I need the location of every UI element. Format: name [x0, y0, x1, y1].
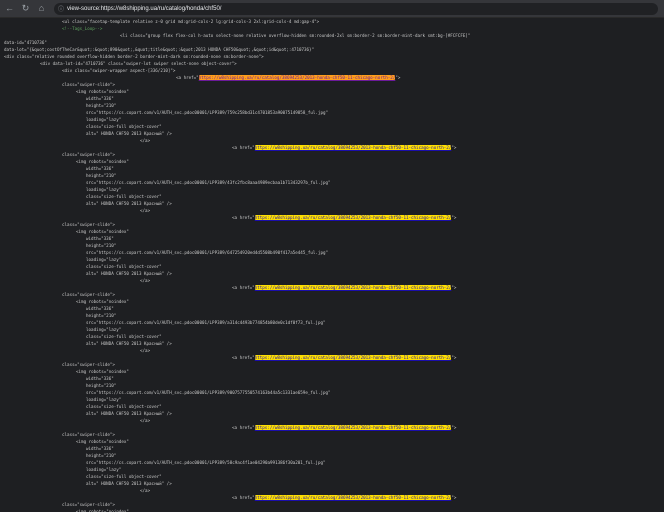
source-link[interactable]: https://w8shipping.ua/ru/catalog/3869425… — [254, 215, 452, 220]
source-line: loading="lazy" — [86, 467, 122, 472]
source-line: <img robots="noindex" — [76, 509, 129, 512]
source-line: alt=" HONDA CHF50 2013 Красный" /> — [86, 411, 172, 416]
slide-line: class="swiper-slide"> — [62, 362, 115, 367]
slide-line: class="swiper-slide"> — [62, 292, 115, 297]
source-line: width="336" — [86, 376, 114, 381]
source-line: <a href="https://w8shipping.ua/ru/catalo… — [232, 425, 457, 430]
source-line: class="size-full object-cover" — [86, 194, 162, 199]
source-link[interactable]: https://w8shipping.ua/ru/catalog/3869425… — [254, 145, 452, 150]
back-arrow-icon[interactable]: ← — [3, 2, 16, 15]
source-line: <img robots="noindex" — [76, 439, 129, 444]
slide-line: class="swiper-slide"> — [62, 502, 115, 507]
source-line: <a href="https://w8shipping.ua/ru/catalo… — [232, 285, 457, 290]
source-line: width="336" — [86, 236, 114, 241]
image-src-line: src="https://cs.copart.com/v1/AUTH_svc.p… — [86, 320, 326, 325]
source-line: </a> — [140, 418, 151, 423]
reload-icon[interactable]: ↻ — [19, 2, 32, 15]
source-line: class="size-full object-cover" — [86, 474, 162, 479]
slide-line: class="swiper-slide"> — [62, 82, 115, 87]
source-line: class="size-full object-cover" — [86, 264, 162, 269]
source-line: height="210" — [86, 313, 117, 318]
source-line: <div class="swiper-wrapper aspect-[336/2… — [62, 68, 176, 73]
source-link[interactable]: https://w8shipping.ua/ru/catalog/3869425… — [198, 75, 396, 80]
source-line: <a href="https://w8shipping.ua/ru/catalo… — [232, 215, 457, 220]
slide-line: class="swiper-slide"> — [62, 432, 115, 437]
source-line: </a> — [140, 278, 151, 283]
page-source-view: <ul class="facetap-template relative z-0… — [0, 18, 664, 512]
source-line: data-lot="{&quot;costOfTheCar&quot;:&quo… — [4, 47, 315, 52]
source-line: <div class="relative rounded overflow-hi… — [4, 54, 264, 59]
source-line: <div data-lot-id="4710736" class="swiper… — [40, 61, 237, 66]
source-line: class="size-full object-cover" — [86, 124, 162, 129]
source-line: </a> — [140, 208, 151, 213]
source-line: <img robots="noindex" — [76, 229, 129, 234]
source-line: <a href="https://w8shipping.ua/ru/catalo… — [176, 75, 401, 80]
address-text: view-source:https://w8shipping.ua/ru/cat… — [67, 5, 222, 12]
source-line: width="336" — [86, 166, 114, 171]
source-line: height="210" — [86, 383, 117, 388]
source-line: class="size-full object-cover" — [86, 404, 162, 409]
source-line: <img robots="noindex" — [76, 299, 129, 304]
source-line: </a> — [140, 348, 151, 353]
image-src-line: src="https://cs.copart.com/v1/AUTH_svc.p… — [86, 110, 329, 115]
source-line: width="336" — [86, 96, 114, 101]
source-line: data-id="4710736" — [4, 40, 47, 45]
source-line: <!--Tags_Loop--> — [62, 26, 103, 31]
page-info-icon[interactable]: ⓘ — [58, 4, 64, 13]
source-line: loading="lazy" — [86, 397, 122, 402]
image-src-line: src="https://cs.copart.com/v1/AUTH_svc.p… — [86, 460, 326, 465]
source-line: loading="lazy" — [86, 117, 122, 122]
source-line: alt=" HONDA CHF50 2013 Красный" /> — [86, 131, 172, 136]
source-line: height="210" — [86, 243, 117, 248]
source-link[interactable]: https://w8shipping.ua/ru/catalog/3869425… — [254, 495, 452, 500]
source-link[interactable]: https://w8shipping.ua/ru/catalog/3869425… — [254, 425, 452, 430]
source-line: <img robots="noindex" — [76, 369, 129, 374]
source-line: width="336" — [86, 306, 114, 311]
image-src-line: src="https://cs.copart.com/v1/AUTH_svc.p… — [86, 250, 329, 255]
address-bar[interactable]: ⓘ view-source:https://w8shipping.ua/ru/c… — [54, 2, 658, 15]
source-line: loading="lazy" — [86, 327, 122, 332]
source-line: alt=" HONDA CHF50 2013 Красный" /> — [86, 201, 172, 206]
source-line: <ul class="facetap-template relative z-0… — [62, 19, 320, 24]
source-line: <a href="https://w8shipping.ua/ru/catalo… — [232, 145, 457, 150]
source-link[interactable]: https://w8shipping.ua/ru/catalog/3869425… — [254, 285, 452, 290]
browser-toolbar: ← ↻ ⌂ ⓘ view-source:https://w8shipping.u… — [0, 0, 664, 18]
source-line: width="336" — [86, 446, 114, 451]
source-line: height="210" — [86, 103, 117, 108]
home-icon[interactable]: ⌂ — [35, 2, 48, 15]
image-src-line: src="https://cs.copart.com/v1/AUTH_svc.p… — [86, 390, 331, 395]
slide-line: class="swiper-slide"> — [62, 152, 115, 157]
source-line: height="210" — [86, 173, 117, 178]
source-line: alt=" HONDA CHF50 2013 Красный" /> — [86, 481, 172, 486]
source-line: <a href="https://w8shipping.ua/ru/catalo… — [232, 355, 457, 360]
source-line: <a href="https://w8shipping.ua/ru/catalo… — [232, 495, 457, 500]
source-line: </a> — [140, 488, 151, 493]
source-line: <img robots="noindex" — [76, 159, 129, 164]
source-line: alt=" HONDA CHF50 2013 Красный" /> — [86, 271, 172, 276]
slide-line: class="swiper-slide"> — [62, 222, 115, 227]
source-line: alt=" HONDA CHF50 2013 Красный" /> — [86, 341, 172, 346]
image-src-line: src="https://cs.copart.com/v1/AUTH_svc.p… — [86, 180, 331, 185]
source-line: </a> — [140, 138, 151, 143]
source-line: loading="lazy" — [86, 257, 122, 262]
source-line: <li class="group flex flex-col h-auto se… — [120, 33, 471, 38]
source-line: height="210" — [86, 453, 117, 458]
source-line: <img robots="noindex" — [76, 89, 129, 94]
source-link[interactable]: https://w8shipping.ua/ru/catalog/3869425… — [254, 355, 452, 360]
source-line: class="size-full object-cover" — [86, 334, 162, 339]
source-line: loading="lazy" — [86, 187, 122, 192]
